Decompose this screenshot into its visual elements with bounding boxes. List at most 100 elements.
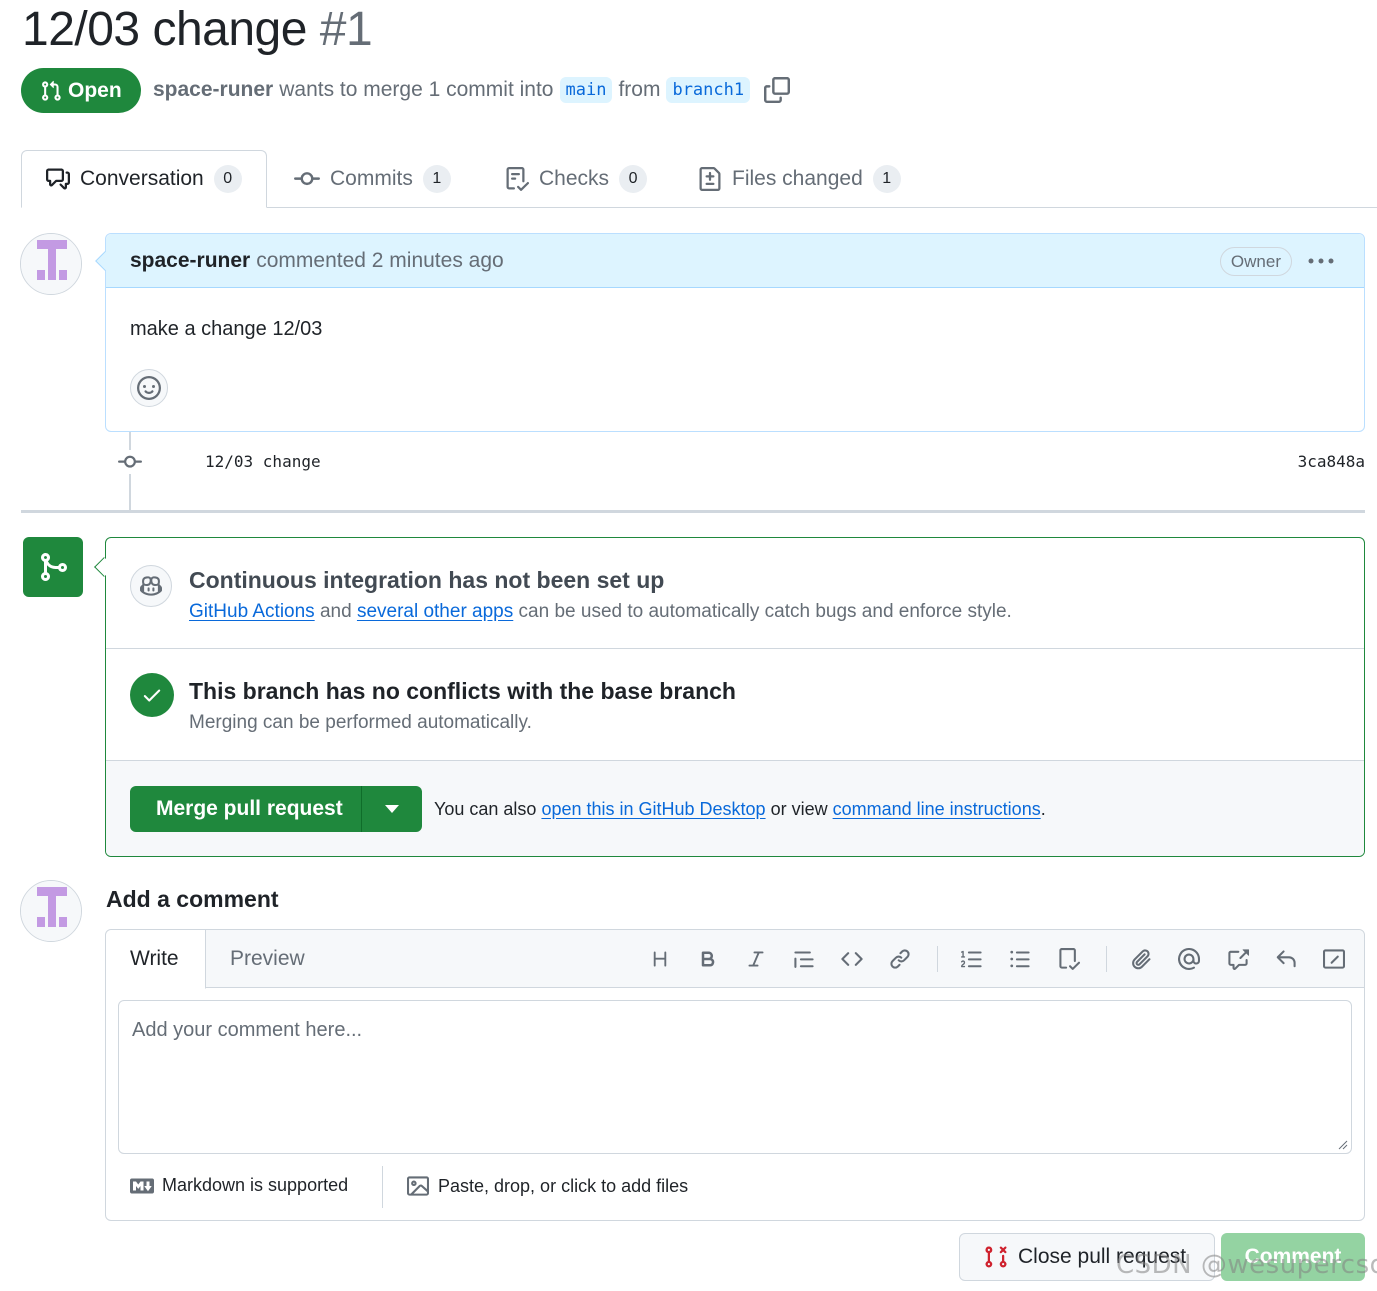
pr-merge-text: wants to merge 1 commit into	[279, 78, 554, 101]
pr-title: 12/03 change #1	[22, 2, 373, 57]
tab-label: Checks	[539, 167, 610, 190]
tab-checks[interactable]: Checks 0	[505, 150, 648, 208]
timeline-divider	[21, 510, 1365, 513]
tab-counter: 1	[422, 165, 451, 193]
comment-placeholder: Add your comment here...	[132, 1019, 363, 1041]
ci-section: Continuous integration has not been set …	[106, 538, 1364, 649]
comment-box: space-runer commented 2 minutes ago Owne…	[95, 233, 1365, 432]
task-list-icon[interactable]	[1054, 944, 1084, 974]
markdown-note[interactable]: Markdown is supported	[130, 1175, 348, 1196]
git-pull-request-icon	[40, 80, 62, 102]
comment-header: space-runer commented 2 minutes ago	[106, 234, 1364, 288]
mention-icon[interactable]	[1174, 944, 1204, 974]
also-end: .	[1040, 799, 1046, 819]
tab-counter: 0	[213, 165, 242, 193]
file-diff-icon	[698, 167, 722, 191]
tab-counter: 0	[619, 165, 648, 193]
smiley-icon[interactable]	[130, 369, 168, 407]
ci-description: GitHub Actions and several other apps ca…	[189, 601, 1012, 623]
tab-conversation[interactable]: Conversation 0	[21, 150, 267, 208]
check-icon	[130, 673, 174, 717]
tab-preview[interactable]: Preview	[230, 930, 305, 988]
reply-icon[interactable]	[1271, 944, 1301, 974]
heading-icon[interactable]	[645, 944, 675, 974]
also-or-text: or view	[770, 799, 828, 819]
add-comment-heading: Add a comment	[106, 886, 279, 912]
pr-number: #1	[319, 3, 373, 56]
tab-counter: 1	[872, 165, 901, 193]
markdown-icon	[130, 1178, 154, 1194]
checklist-icon	[505, 167, 529, 191]
bold-icon[interactable]	[693, 944, 723, 974]
git-pull-request-closed-icon	[984, 1245, 1008, 1269]
also-text: You can also	[434, 799, 537, 819]
ci-rest-text: can be used to automatically catch bugs …	[518, 601, 1012, 622]
owner-badge: Owner	[1219, 247, 1292, 276]
comment-action: commented	[256, 248, 366, 272]
attach-icon[interactable]	[1126, 944, 1156, 974]
command-line-link[interactable]: command line instructions	[833, 799, 1041, 819]
comment-author[interactable]: space-runer	[130, 249, 250, 273]
tab-label: Commits	[330, 167, 413, 190]
tab-files-changed[interactable]: Files changed 1	[698, 150, 901, 208]
conflict-subtitle: Merging can be performed automatically.	[189, 712, 532, 733]
comment-time[interactable]: 2 minutes ago	[372, 249, 504, 273]
comment-editor: Write Preview Add your comment here... M…	[105, 929, 1365, 1221]
merge-box: Continuous integration has not been set …	[105, 537, 1365, 857]
cross-reference-icon[interactable]	[1223, 944, 1253, 974]
footer-divider	[382, 1166, 383, 1208]
github-actions-link[interactable]: GitHub Actions	[189, 601, 315, 622]
avatar[interactable]	[20, 233, 82, 295]
quote-icon[interactable]	[789, 944, 819, 974]
commit-sha[interactable]: 3ca848a	[1298, 452, 1365, 471]
ci-title: Continuous integration has not been set …	[189, 567, 665, 593]
pr-state-label: Open	[68, 78, 122, 102]
git-commit-icon	[117, 450, 143, 474]
watermark: CSDN @wesupercsdn	[1116, 1250, 1377, 1280]
base-branch[interactable]: main	[559, 77, 613, 103]
other-apps-link[interactable]: several other apps	[357, 601, 513, 622]
image-icon	[406, 1175, 430, 1197]
triangle-down-icon[interactable]	[362, 786, 422, 832]
toolbar-divider	[937, 946, 938, 972]
github-desktop-link[interactable]: open this in GitHub Desktop	[541, 799, 765, 819]
comment-textarea[interactable]: Add your comment here...	[118, 1000, 1352, 1154]
git-commit-icon	[294, 166, 320, 192]
kebab-horizontal-icon[interactable]	[1306, 248, 1336, 274]
toolbar-divider	[1106, 946, 1107, 972]
pr-state-badge: Open	[21, 68, 141, 113]
commit-message[interactable]: 12/03 change	[205, 452, 321, 471]
avatar[interactable]	[20, 880, 82, 942]
tab-commits[interactable]: Commits 1	[294, 150, 451, 208]
copilot-icon	[130, 565, 172, 607]
tab-label: Conversation	[80, 167, 204, 190]
comment-body: make a change 12/03	[130, 318, 323, 340]
pr-meta: space-runer wants to merge 1 commit into…	[153, 73, 791, 107]
head-branch[interactable]: branch1	[666, 77, 751, 103]
resize-grip-icon[interactable]	[1338, 1140, 1348, 1150]
ordered-list-icon[interactable]	[957, 944, 987, 974]
fullscreen-icon[interactable]	[1319, 944, 1349, 974]
merge-action-section: Merge pull request You can also open thi…	[106, 761, 1364, 856]
conflict-section: This branch has no conflicts with the ba…	[106, 649, 1364, 761]
conflict-title: This branch has no conflicts with the ba…	[189, 678, 736, 704]
merge-also-text: You can also open this in GitHub Desktop…	[434, 799, 1046, 820]
git-merge-icon	[23, 537, 83, 597]
tab-write[interactable]: Write	[106, 930, 206, 989]
pr-title-text: 12/03 change	[22, 3, 307, 56]
pr-author-link[interactable]: space-runer	[153, 78, 273, 102]
link-icon[interactable]	[885, 944, 915, 974]
merge-button-label: Merge pull request	[130, 786, 362, 832]
copy-icon[interactable]	[764, 77, 791, 103]
merge-pull-request-button[interactable]: Merge pull request	[130, 786, 422, 832]
markdown-label: Markdown is supported	[162, 1175, 349, 1195]
code-icon[interactable]	[837, 944, 867, 974]
add-files-label: Paste, drop, or click to add files	[438, 1175, 689, 1196]
unordered-list-icon[interactable]	[1005, 944, 1035, 974]
editor-tabs: Write Preview	[106, 930, 1364, 989]
add-files-area[interactable]: Paste, drop, or click to add files	[406, 1175, 688, 1197]
pr-from-text: from	[618, 78, 661, 101]
ci-and-text: and	[319, 601, 352, 622]
comment-discussion-icon	[46, 167, 70, 191]
italic-icon[interactable]	[741, 944, 771, 974]
